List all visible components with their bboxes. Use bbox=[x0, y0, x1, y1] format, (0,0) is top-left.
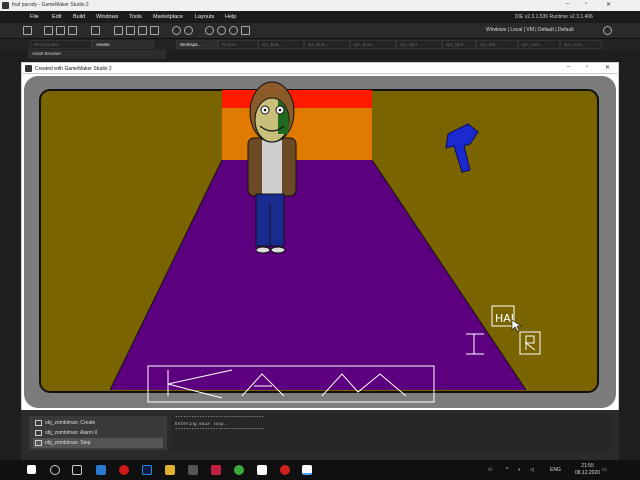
list-item[interactable]: obj_zombiman: Step bbox=[33, 438, 163, 448]
event-icon bbox=[35, 430, 42, 436]
run-icon[interactable] bbox=[126, 26, 135, 35]
event-icon bbox=[35, 420, 42, 426]
clock-time: 21:55 bbox=[581, 463, 594, 469]
file-explorer-icon[interactable] bbox=[165, 465, 175, 475]
tab-spr-butt-2[interactable]: spr_butt... bbox=[304, 40, 350, 49]
task-view-icon[interactable] bbox=[72, 465, 82, 475]
game-window-title-bar: Created with GameMaker Studio 2 – ▫ ✕ bbox=[21, 62, 619, 74]
package-icon[interactable] bbox=[91, 26, 100, 35]
tab-spr-zom-1[interactable]: spr_zom... bbox=[518, 40, 560, 49]
tab-room1[interactable]: Room1 bbox=[218, 40, 258, 49]
tab-room-editor[interactable]: Room Editor bbox=[30, 40, 92, 49]
clock[interactable]: 21:55 08.12.2020 bbox=[575, 463, 600, 477]
list-item-label: obj_zombiman: Step bbox=[45, 440, 91, 446]
list-item[interactable]: obj_zombiman: Alarm 0 bbox=[33, 428, 163, 438]
recorder-icon[interactable] bbox=[280, 465, 290, 475]
language-indicator[interactable]: ENG bbox=[550, 467, 561, 473]
maximize-icon[interactable]: ▫ bbox=[586, 64, 588, 70]
menu-build[interactable]: Build bbox=[73, 14, 85, 20]
tab-spr-light-1[interactable]: spr_light... bbox=[396, 40, 442, 49]
menu-windows[interactable]: Windows bbox=[96, 14, 118, 20]
open-icon[interactable] bbox=[56, 26, 65, 35]
menu-tools[interactable]: Tools bbox=[129, 14, 142, 20]
tab-spr-rbtn[interactable]: spr_rbtn bbox=[476, 40, 518, 49]
hud-hai-label: HAI bbox=[495, 312, 514, 325]
home-icon[interactable] bbox=[23, 26, 32, 35]
game-viewport[interactable]: HAI bbox=[21, 74, 619, 410]
photoshop-icon[interactable] bbox=[142, 465, 152, 475]
menu-file[interactable]: File bbox=[30, 14, 39, 20]
search-icon[interactable] bbox=[50, 465, 60, 475]
bottom-panel: obj_zombiman: Create obj_zombiman: Alarm… bbox=[21, 410, 619, 460]
tab-spr-zom-2[interactable]: spr_zom... bbox=[560, 40, 602, 49]
gamemaker-runner-icon[interactable] bbox=[302, 465, 312, 475]
output-line: ********************************* bbox=[175, 428, 265, 433]
debug-icon[interactable] bbox=[150, 26, 159, 35]
notification-icon[interactable]: ▭ bbox=[602, 467, 607, 473]
settings-icon[interactable] bbox=[172, 26, 181, 35]
maximize-icon[interactable]: ▫ bbox=[585, 1, 587, 7]
layout-info[interactable]: Windows | Local | VM | Default | Default bbox=[486, 27, 574, 33]
zoom-in-icon[interactable] bbox=[205, 26, 214, 35]
grid-icon[interactable] bbox=[241, 26, 250, 35]
app-icon-2[interactable] bbox=[211, 465, 221, 475]
close-icon[interactable]: ✕ bbox=[605, 64, 610, 71]
object-event-list: obj_zombiman: Create obj_zombiman: Alarm… bbox=[29, 416, 167, 450]
app-icon[interactable] bbox=[188, 465, 198, 475]
target-gear-icon[interactable] bbox=[603, 26, 612, 35]
close-icon[interactable]: ✕ bbox=[606, 1, 611, 8]
gamemaker-logo-icon bbox=[25, 65, 32, 72]
ide-title-bar: fnaf parody - GameMaker Studio 2 – ▫ ✕ bbox=[0, 0, 640, 11]
output-console[interactable]: ********************************* Enteri… bbox=[171, 414, 611, 452]
tab-spr-butt-1[interactable]: spr_butt... bbox=[258, 40, 304, 49]
toolbar: Windows | Local | VM | Default | Default bbox=[0, 23, 640, 39]
stop-icon[interactable] bbox=[138, 26, 147, 35]
list-item-label: obj_zombiman: Alarm 0 bbox=[45, 430, 98, 436]
tab-spr-door[interactable]: spr_door... bbox=[350, 40, 396, 49]
tab-assets[interactable]: Assets bbox=[92, 40, 154, 49]
windows-start-icon[interactable] bbox=[27, 465, 36, 474]
menu-marketplace[interactable]: Marketplace bbox=[153, 14, 183, 20]
minimize-icon[interactable]: – bbox=[566, 1, 569, 7]
windows-taskbar: ⚇ ^ ◐ ◁ ENG 21:55 08.12.2020 ▭ bbox=[0, 460, 640, 480]
help-icon[interactable] bbox=[184, 26, 193, 35]
chevron-up-icon[interactable]: ^ bbox=[506, 467, 508, 473]
game-window-title: Created with GameMaker Studio 2 bbox=[35, 66, 112, 72]
minimize-icon[interactable]: – bbox=[567, 64, 570, 70]
gamemaker-logo-icon bbox=[2, 2, 9, 9]
tab-workspace[interactable]: Workspa... bbox=[176, 40, 218, 49]
menu-layouts[interactable]: Layouts bbox=[195, 14, 214, 20]
event-icon bbox=[35, 440, 42, 446]
tab-spr-light-2[interactable]: spr_light... bbox=[442, 40, 476, 49]
menu-bar: File Edit Build Windows Tools Marketplac… bbox=[0, 11, 640, 23]
version-info: IDE v2.3.1.536 Runtime v2.3.1.406 bbox=[515, 14, 593, 20]
asset-browser-dropdown[interactable]: Asset Browser bbox=[28, 50, 166, 59]
new-icon[interactable] bbox=[44, 26, 53, 35]
tab-strip: Room Editor Assets Workspa... Room1 spr_… bbox=[0, 39, 640, 50]
menu-edit[interactable]: Edit bbox=[52, 14, 61, 20]
clean-icon[interactable] bbox=[114, 26, 123, 35]
people-icon[interactable]: ⚇ bbox=[488, 467, 492, 473]
network-icon[interactable]: ◐ bbox=[518, 467, 521, 473]
opera-icon[interactable] bbox=[119, 465, 129, 475]
list-item[interactable]: obj_zombiman: Create bbox=[33, 418, 163, 428]
gamemaker-taskbar-icon[interactable] bbox=[257, 465, 267, 475]
zoom-reset-icon[interactable] bbox=[229, 26, 238, 35]
game-scene: HAI bbox=[24, 76, 616, 408]
edge-icon[interactable] bbox=[96, 465, 106, 475]
list-item-label: obj_zombiman: Create bbox=[45, 420, 96, 426]
ide-title: fnaf parody - GameMaker Studio 2 bbox=[12, 2, 89, 8]
zoom-out-icon[interactable] bbox=[217, 26, 226, 35]
door-top-red bbox=[222, 90, 372, 108]
save-icon[interactable] bbox=[68, 26, 77, 35]
menu-help[interactable]: Help bbox=[225, 14, 236, 20]
volume-icon[interactable]: ◁ bbox=[530, 467, 534, 473]
clock-date: 08.12.2020 bbox=[574, 470, 600, 476]
door-orange bbox=[222, 108, 372, 160]
app-icon-3[interactable] bbox=[234, 465, 244, 475]
